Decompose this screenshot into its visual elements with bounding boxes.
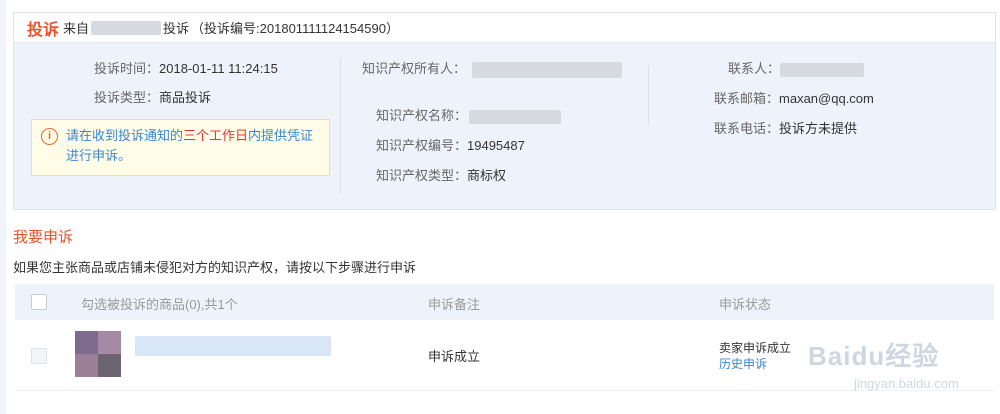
email-value: maxan@qq.com [779, 91, 874, 106]
complaint-time-row: 投诉时间：2018-01-11 11:24:15 [94, 58, 278, 77]
select-all-checkbox[interactable] [31, 294, 47, 310]
complaint-header: 投诉 来自 投诉 （投诉编号:201801111124154590） [14, 13, 995, 43]
ip-number-label: 知识产权编号： [376, 138, 468, 153]
watermark-logo: Baidu经验 [808, 341, 940, 371]
ip-type-label: 知识产权类型： [376, 168, 468, 183]
complaint-type-row: 投诉类型：商品投诉 [94, 87, 211, 106]
watermark-url: jingyan.baidu.com [854, 376, 959, 391]
row-status: 卖家申诉成立 [719, 341, 792, 355]
contact-row: 联系人： [728, 58, 865, 77]
ip-name-label: 知识产权名称： [376, 108, 468, 123]
history-appeal-link[interactable]: 历史申诉 [719, 355, 767, 372]
complaint-source-prefix: 来自 [63, 21, 90, 36]
contact-blurred [780, 62, 865, 77]
ip-type-row: 知识产权类型：商标权 [376, 165, 506, 184]
email-label: 联系邮箱： [714, 91, 780, 106]
column-divider-2 [648, 65, 649, 125]
appeal-description: 如果您主张商品或店铺未侵犯对方的知识产权，请按以下步骤进行申诉 [13, 260, 417, 275]
complaint-tag: 投诉 [27, 21, 60, 39]
phone-row: 联系电话：投诉方未提供 [714, 118, 857, 137]
appeal-table-header: 勾选被投诉的商品(0),共1个 申诉备注 申诉状态 [15, 284, 994, 320]
notice-text-part1: 请在收到投诉通知的 [66, 128, 184, 143]
complaint-source-suffix: 投诉 [163, 21, 190, 36]
appeal-deadline-notice: i 请在收到投诉通知的三个工作日内提供凭证进行申诉。 [31, 119, 330, 176]
page-left-bar [0, 0, 6, 414]
complaint-type-label: 投诉类型： [94, 90, 160, 105]
ip-name-blurred [469, 109, 562, 124]
column-divider [340, 57, 341, 194]
row-checkbox[interactable] [31, 348, 47, 364]
info-icon: i [41, 128, 58, 145]
product-thumbnail[interactable] [75, 331, 121, 377]
column-header-note: 申诉备注 [428, 297, 481, 312]
column-header-goods: 勾选被投诉的商品(0),共1个 [81, 297, 238, 312]
ip-type-value: 商标权 [467, 168, 507, 183]
column-header-status: 申诉状态 [719, 297, 772, 312]
appeal-title: 我要申诉 [13, 229, 74, 246]
ip-number-row: 知识产权编号：19495487 [376, 135, 525, 154]
ip-name-row: 知识产权名称： [376, 105, 562, 124]
complaint-panel: 投诉 来自 投诉 （投诉编号:201801111124154590） 投诉时间：… [13, 12, 996, 210]
ip-owner-row: 知识产权所有人： [362, 58, 623, 78]
product-title-blurred[interactable] [135, 336, 331, 356]
email-row: 联系邮箱：maxan@qq.com [714, 88, 874, 107]
complaint-type-value: 商品投诉 [159, 90, 212, 105]
contact-label: 联系人： [728, 61, 781, 76]
ip-number-value: 19495487 [467, 138, 525, 153]
watermark: Baidu经验 jingyan.baidu.com [808, 318, 993, 398]
notice-text: 请在收到投诉通知的三个工作日内提供凭证进行申诉。 [66, 126, 326, 166]
ip-owner-label: 知识产权所有人： [362, 61, 467, 76]
complaint-source-blurred [91, 20, 162, 35]
notice-highlight: 三个工作日 [183, 128, 249, 143]
phone-value: 投诉方未提供 [779, 121, 858, 136]
phone-label: 联系电话： [714, 121, 780, 136]
complaint-time-value: 2018-01-11 11:24:15 [159, 61, 278, 76]
complaint-number: （投诉编号:201801111124154590） [191, 21, 399, 36]
complaint-time-label: 投诉时间： [94, 61, 160, 76]
row-note: 申诉成立 [428, 349, 481, 364]
ip-owner-blurred [472, 61, 623, 78]
